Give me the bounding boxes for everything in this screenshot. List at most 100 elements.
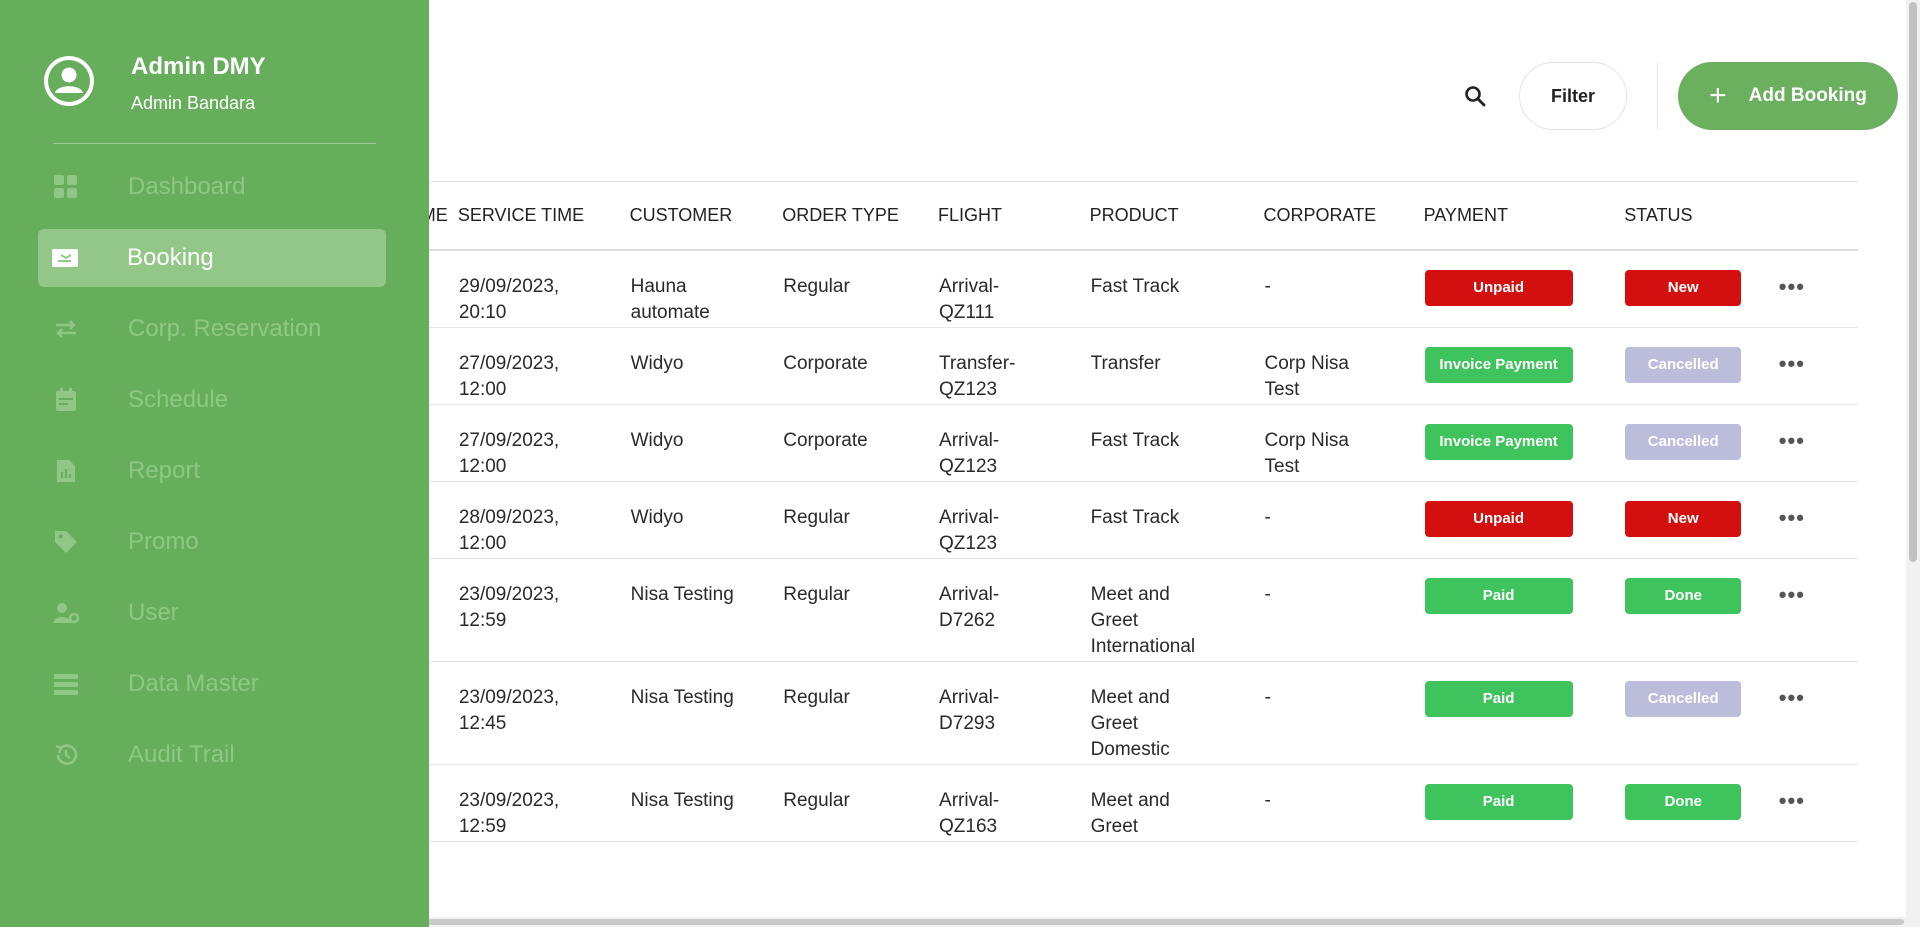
search-button[interactable] xyxy=(1445,66,1505,126)
order-type-text: Regular xyxy=(783,583,850,605)
cell-payment: Invoice Payment xyxy=(1424,327,1625,404)
payment-badge: Paid xyxy=(1424,783,1573,820)
add-booking-label: Add Booking xyxy=(1748,85,1867,106)
cell-corporate: Corp Nisa Test xyxy=(1264,327,1424,404)
header-actions xyxy=(1729,182,1858,250)
vertical-scrollbar[interactable] xyxy=(1906,0,1920,927)
service-time-line: 23/09/2023, xyxy=(458,686,560,708)
more-horizontal-icon[interactable]: ••• xyxy=(1779,582,1805,607)
more-horizontal-icon[interactable]: ••• xyxy=(1779,685,1805,710)
cell-actions: ••• xyxy=(1729,558,1858,661)
product-line: Greet xyxy=(1090,609,1139,631)
cell-service-time: 28/09/2023, 12:00 xyxy=(458,481,630,558)
more-horizontal-icon[interactable]: ••• xyxy=(1779,274,1805,299)
sidebar-item-data-master[interactable]: Data Master xyxy=(38,655,386,713)
sidebar: Admin DMY Admin Bandara Dashboard Booking… xyxy=(0,0,429,927)
sidebar-item-label: Corp. Reservation xyxy=(128,315,322,342)
sidebar-item-label: Schedule xyxy=(128,386,229,413)
profile-section: Admin DMY Admin Bandara xyxy=(44,53,266,114)
calendar-icon xyxy=(52,386,80,414)
report-file-icon xyxy=(52,457,80,485)
sidebar-item-dashboard[interactable]: Dashboard xyxy=(38,158,386,216)
service-time-line: 20:10 xyxy=(458,301,507,323)
payment-badge: Invoice Payment xyxy=(1424,346,1573,383)
corporate-line: - xyxy=(1264,686,1271,708)
order-type-text: Regular xyxy=(783,275,850,297)
cell-actions: ••• xyxy=(1729,250,1858,328)
sidebar-item-report[interactable]: Report xyxy=(38,442,386,500)
sidebar-item-corp-reservation[interactable]: Corp. Reservation xyxy=(38,300,386,358)
vertical-scroll-thumb[interactable] xyxy=(1909,2,1917,562)
header-status[interactable]: STATUS xyxy=(1624,182,1729,250)
flight-line: Arrival- xyxy=(939,506,1000,528)
ticket-icon xyxy=(51,244,79,272)
sidebar-item-schedule[interactable]: Schedule xyxy=(38,371,386,429)
header-customer[interactable]: CUSTOMER xyxy=(630,182,783,250)
corporate-line: Test xyxy=(1264,378,1300,400)
product-line: International xyxy=(1090,635,1196,657)
flight-line: QZ123 xyxy=(939,532,998,554)
filter-button[interactable]: Filter xyxy=(1519,62,1627,130)
sidebar-item-booking[interactable]: Booking xyxy=(38,229,386,287)
add-booking-button[interactable]: + Add Booking xyxy=(1678,62,1898,130)
profile-name: Admin DMY xyxy=(131,53,266,80)
plus-icon: + xyxy=(1709,79,1727,112)
cell-order-type: Corporate xyxy=(782,327,938,404)
cell-status: New xyxy=(1624,481,1742,558)
cell-payment: Paid xyxy=(1424,558,1625,661)
cell-corporate: - xyxy=(1264,764,1424,841)
header-product[interactable]: PRODUCT xyxy=(1090,182,1264,250)
cell-corporate: - xyxy=(1264,481,1424,558)
cell-payment: Unpaid xyxy=(1424,481,1625,558)
corporate-line: - xyxy=(1264,789,1271,811)
header-payment[interactable]: PAYMENT xyxy=(1424,182,1625,250)
flight-line: Arrival- xyxy=(939,686,1000,708)
payment-badge: Invoice Payment xyxy=(1424,423,1573,460)
cell-actions: ••• xyxy=(1729,764,1858,841)
sidebar-item-label: User xyxy=(128,599,179,626)
cell-customer: Widyo xyxy=(630,481,783,558)
service-time-line: 12:00 xyxy=(458,532,507,554)
cell-corporate: - xyxy=(1264,250,1424,328)
header-order-type[interactable]: ORDER TYPE xyxy=(782,182,938,250)
status-badge: New xyxy=(1625,500,1742,537)
header-service-time[interactable]: SERVICE TIME xyxy=(458,182,630,250)
flight-line: Arrival- xyxy=(939,583,1000,605)
sidebar-item-label: Dashboard xyxy=(128,173,246,200)
sidebar-item-promo[interactable]: Promo xyxy=(38,513,386,571)
cell-actions: ••• xyxy=(1729,327,1858,404)
header-flight[interactable]: FLIGHT xyxy=(938,182,1090,250)
order-type-text: Corporate xyxy=(783,429,868,451)
cell-order-type: Regular xyxy=(782,481,938,558)
more-horizontal-icon[interactable]: ••• xyxy=(1779,788,1805,813)
cell-product: Meet and Greet xyxy=(1090,764,1264,841)
cell-actions: ••• xyxy=(1729,481,1858,558)
cell-product: Fast Track xyxy=(1090,250,1264,328)
cell-status: Cancelled xyxy=(1624,327,1742,404)
status-badge: Cancelled xyxy=(1625,423,1742,460)
user-settings-icon xyxy=(52,599,80,627)
more-horizontal-icon[interactable]: ••• xyxy=(1779,351,1805,376)
service-time-line: 12:00 xyxy=(458,455,507,477)
cell-flight: Transfer- QZ123 xyxy=(938,327,1090,404)
more-horizontal-icon[interactable]: ••• xyxy=(1779,505,1805,530)
customer-line: Hauna xyxy=(630,275,687,297)
flight-line: Arrival- xyxy=(939,429,1000,451)
cell-payment: Paid xyxy=(1424,764,1625,841)
service-time-line: 12:59 xyxy=(458,609,507,631)
cell-status: Done xyxy=(1624,764,1742,841)
corporate-line: - xyxy=(1264,583,1271,605)
flight-line: QZ123 xyxy=(939,455,998,477)
sidebar-item-audit-trail[interactable]: Audit Trail xyxy=(38,726,386,784)
avatar[interactable] xyxy=(44,56,94,106)
cell-payment: Unpaid xyxy=(1424,250,1625,328)
product-line: Greet xyxy=(1090,712,1139,734)
sidebar-item-user[interactable]: User xyxy=(38,584,386,642)
header-corporate[interactable]: CORPORATE xyxy=(1264,182,1424,250)
dashboard-icon xyxy=(52,173,80,201)
more-horizontal-icon[interactable]: ••• xyxy=(1779,428,1805,453)
cell-product: Meet and Greet International xyxy=(1090,558,1264,661)
cell-actions: ••• xyxy=(1729,661,1858,764)
cell-product: Meet and Greet Domestic xyxy=(1090,661,1264,764)
corporate-line: Corp Nisa xyxy=(1264,352,1349,374)
